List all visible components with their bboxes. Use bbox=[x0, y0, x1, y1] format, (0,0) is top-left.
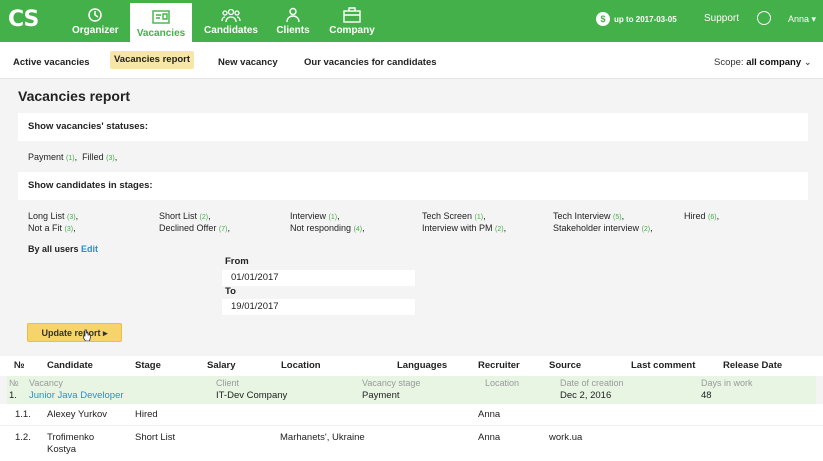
candidate-name[interactable]: Trofimenko bbox=[47, 432, 94, 443]
candidate-recruiter: Anna bbox=[478, 432, 501, 443]
col-languages[interactable]: Languages bbox=[397, 360, 447, 371]
col-stage[interactable]: Stage bbox=[135, 360, 161, 371]
vacancy-link[interactable]: Junior Java Developer bbox=[29, 390, 124, 401]
status-filter-item[interactable]: Payment (1), bbox=[28, 152, 77, 162]
col-num[interactable]: № bbox=[14, 360, 25, 371]
stage-filter-item[interactable]: Hired (6), bbox=[684, 211, 719, 221]
stage-filter-item[interactable]: Interview (1), bbox=[290, 211, 340, 221]
page-title: Vacancies report bbox=[18, 88, 131, 104]
statuses-panel: Show vacancies' statuses: bbox=[18, 113, 808, 141]
stage-filter-item[interactable]: Tech Screen (1), bbox=[422, 211, 486, 221]
col-salary[interactable]: Salary bbox=[207, 360, 236, 371]
edit-users-link[interactable]: Edit bbox=[81, 244, 98, 254]
candidate-source: work.ua bbox=[549, 432, 583, 443]
nav-vacancies-label: Vacancies bbox=[136, 28, 186, 39]
table-header: № Candidate Stage Salary Location Langua… bbox=[0, 356, 823, 376]
tab-active-vacancies[interactable]: Active vacancies bbox=[9, 54, 94, 72]
user-filter-label: By all users bbox=[28, 244, 79, 254]
update-report-button[interactable]: Update report ▸ bbox=[27, 323, 122, 342]
sub-navbar: Active vacancies Vacancies report New va… bbox=[0, 42, 823, 79]
sublabel-client: Client bbox=[216, 378, 240, 388]
stage-filter-item[interactable]: Stakeholder interview (2), bbox=[553, 223, 653, 233]
to-date-value: 19/01/2017 bbox=[231, 301, 279, 312]
col-location[interactable]: Location bbox=[281, 360, 321, 371]
col-release-date[interactable]: Release Date bbox=[723, 360, 782, 371]
vacancy-stage: Payment bbox=[362, 390, 400, 401]
dollar-icon: $ bbox=[596, 12, 610, 26]
from-date-value: 01/01/2017 bbox=[231, 272, 279, 283]
nav-vacancies[interactable]: Vacancies bbox=[130, 3, 192, 42]
clock-icon bbox=[72, 7, 118, 23]
stage-filter-item[interactable]: Not responding (4), bbox=[290, 223, 365, 233]
hand-cursor-icon bbox=[83, 329, 91, 341]
col-source[interactable]: Source bbox=[549, 360, 581, 371]
candidate-recruiter: Anna bbox=[478, 409, 501, 420]
to-label: To bbox=[225, 286, 236, 297]
briefcase-icon bbox=[326, 7, 378, 23]
stages-header: Show candidates in stages: bbox=[28, 180, 153, 191]
stage-filter-item[interactable]: Short List (2), bbox=[159, 211, 211, 221]
col-candidate[interactable]: Candidate bbox=[47, 360, 93, 371]
stage-filter-item[interactable]: Interview with PM (2), bbox=[422, 223, 506, 233]
status-filter-list: Payment (1), Filled (3), bbox=[28, 152, 117, 162]
sublabel-vacancy-stage: Vacancy stage bbox=[362, 378, 421, 388]
nav-company[interactable]: Company bbox=[326, 0, 378, 42]
sublabel-num: № bbox=[9, 378, 19, 388]
candidate-name-line2[interactable]: Kostya bbox=[47, 444, 76, 455]
row-num: 1.2. bbox=[15, 432, 31, 443]
candidate-stage: Short List bbox=[135, 432, 176, 443]
tab-new-vacancy[interactable]: New vacancy bbox=[214, 54, 282, 72]
group-num: 1. bbox=[9, 390, 17, 401]
group-icon bbox=[200, 7, 262, 23]
sublabel-location: Location bbox=[485, 378, 520, 388]
support-link[interactable]: Support bbox=[704, 13, 739, 24]
date-created: Dec 2, 2016 bbox=[560, 390, 612, 401]
sublabel-vacancy: Vacancy bbox=[29, 378, 63, 388]
top-navbar: CS Organizer Vacancies Candidates Client… bbox=[0, 0, 823, 42]
client-name: IT-Dev Company bbox=[216, 390, 288, 401]
vacancy-card-icon bbox=[130, 10, 192, 26]
app-logo[interactable]: CS bbox=[8, 7, 44, 35]
stage-filter-item[interactable]: Long List (3), bbox=[28, 211, 78, 221]
nav-company-label: Company bbox=[329, 25, 375, 36]
plan-date-text: up to 2017-03-05 bbox=[614, 14, 677, 24]
scope-selector[interactable]: Scope: all company ⌄ bbox=[714, 54, 812, 72]
stage-filter-item[interactable]: Not a Fit (3), bbox=[28, 223, 76, 233]
stages-panel: Show candidates in stages: bbox=[18, 172, 808, 200]
sublabel-days-in-work: Days in work bbox=[701, 378, 753, 388]
days-in-work: 48 bbox=[701, 390, 712, 401]
nav-clients[interactable]: Clients bbox=[272, 0, 314, 42]
tab-our-vacancies[interactable]: Our vacancies for candidates bbox=[300, 54, 441, 72]
candidate-name[interactable]: Alexey Yurkov bbox=[47, 409, 107, 420]
nav-organizer[interactable]: Organizer bbox=[72, 0, 119, 42]
nav-organizer-label: Organizer bbox=[72, 25, 119, 36]
nav-candidates[interactable]: Candidates bbox=[200, 0, 262, 42]
table-row[interactable]: 1.1. Alexey Yurkov Hired Anna bbox=[0, 404, 823, 426]
row-num: 1.1. bbox=[15, 409, 31, 420]
from-label: From bbox=[225, 256, 249, 267]
table-row[interactable]: 1.2. Trofimenko Kostya Short List Marhan… bbox=[0, 426, 823, 461]
plan-date-info[interactable]: $ up to 2017-03-05 bbox=[596, 11, 677, 27]
scope-value: all company bbox=[746, 57, 802, 68]
vacancy-group-row[interactable]: № Vacancy Client Vacancy stage Location … bbox=[7, 376, 816, 404]
status-filter-item[interactable]: Filled (3), bbox=[82, 152, 117, 162]
tab-vacancies-report[interactable]: Vacancies report bbox=[110, 51, 195, 69]
sublabel-date-created: Date of creation bbox=[560, 378, 624, 388]
chevron-down-icon: ⌄ bbox=[803, 57, 812, 68]
nav-clients-label: Clients bbox=[276, 25, 310, 36]
candidate-location: Marhanets', Ukraine bbox=[280, 432, 365, 443]
nav-candidates-label: Candidates bbox=[204, 25, 258, 36]
candidate-stage: Hired bbox=[135, 409, 158, 420]
user-menu[interactable]: Anna ▾ bbox=[788, 14, 816, 25]
col-last-comment[interactable]: Last comment bbox=[631, 360, 695, 371]
stage-filter-item[interactable]: Tech Interview (5), bbox=[553, 211, 624, 221]
person-icon bbox=[272, 7, 314, 23]
col-recruiter[interactable]: Recruiter bbox=[478, 360, 520, 371]
statuses-header: Show vacancies' statuses: bbox=[28, 121, 149, 132]
stage-filter-item[interactable]: Declined Offer (7), bbox=[159, 223, 230, 233]
notification-bell-icon[interactable] bbox=[757, 11, 771, 25]
user-filter: By all users Edit bbox=[28, 244, 98, 254]
scope-label: Scope: bbox=[714, 57, 744, 68]
